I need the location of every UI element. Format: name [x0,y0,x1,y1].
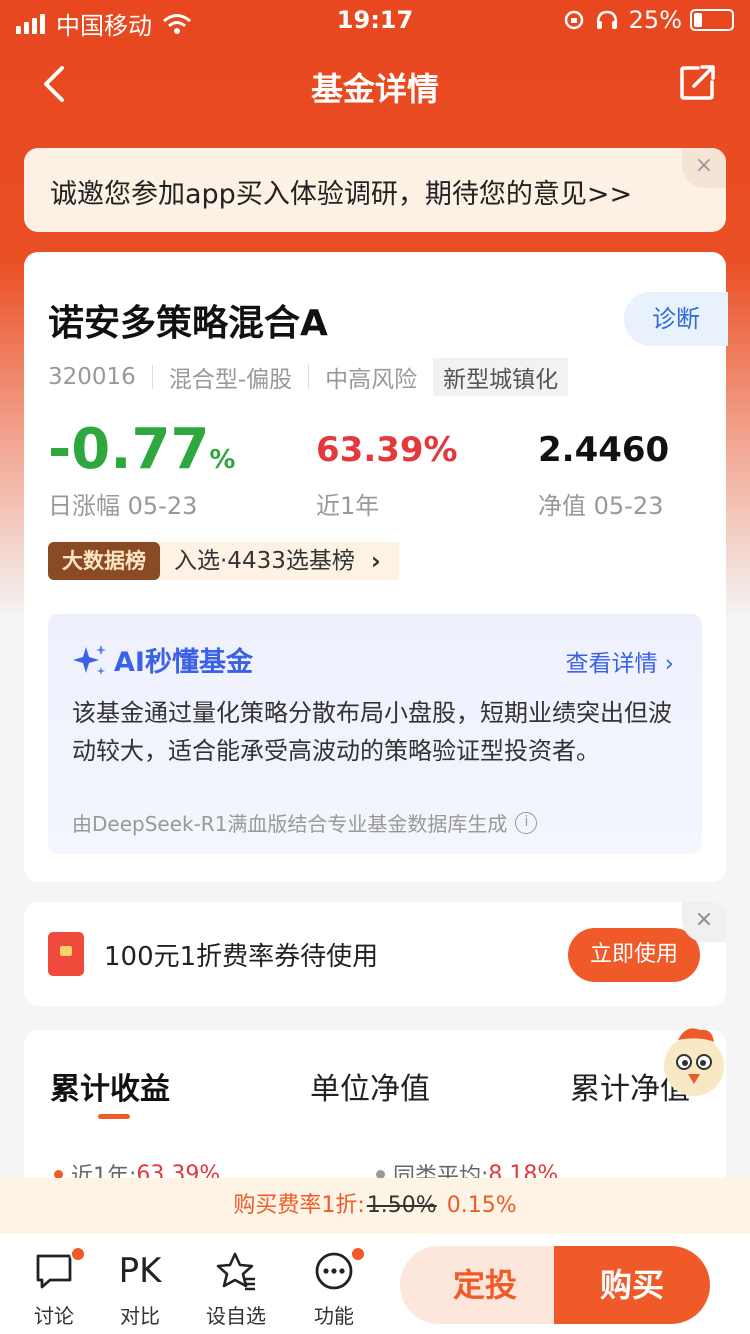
red-envelope-icon [48,932,84,976]
fee-rate-bar: 购买费率1折:1.50% 0.15% [0,1178,750,1234]
fund-risk: 中高风险 [325,367,418,393]
notification-dot [70,1246,86,1262]
fee-label: 购买费率1折: [233,1193,365,1218]
tab-unit-nav[interactable]: 单位净值 [310,1064,430,1108]
battery-icon [690,9,734,31]
fund-type: 混合型-偏股 [168,367,293,393]
ranking-label: 入选·4433选基榜 [174,548,355,574]
coupon-text: 100元1折费率券待使用 [104,942,379,972]
share-icon[interactable] [678,62,718,102]
survey-banner[interactable]: 诚邀您参加app买入体验调研，期待您的意见>> × [24,148,726,232]
compare-button[interactable]: PK 对比 [100,1248,180,1329]
pk-icon: PK [118,1251,162,1291]
compare-label: 对比 [120,1304,160,1328]
tab-cumulative-return[interactable]: 累计收益 [50,1064,170,1108]
coupon-card: 100元1折费率券待使用 立即使用 × [24,902,726,1006]
fund-name: 诺安多策略混合A [48,303,328,344]
add-watchlist-button[interactable]: 设自选 [196,1248,276,1329]
fund-meta: 320016 混合型-偏股 中高风险 新型城镇化 [48,358,569,396]
year-return-label: 近1年 [316,492,380,520]
mascot-icon[interactable] [656,1022,732,1098]
ai-footnote: 由DeepSeek-R1满血版结合专业基金数据库生成 i [72,808,538,837]
close-icon[interactable]: × [682,902,726,942]
close-icon[interactable]: × [682,148,726,188]
divider [151,365,153,389]
ai-view-details-link[interactable]: 查看详情 › [565,644,674,678]
sparkle-icon [73,644,106,675]
functions-button[interactable]: 功能 [294,1246,374,1329]
active-tab-indicator [98,1114,130,1119]
functions-label: 功能 [314,1304,354,1328]
daily-change-unit: % [209,445,236,475]
fee-original: 1.50% [366,1193,437,1218]
nav-value: 2.4460 [538,430,670,470]
big-data-rank-badge: 大数据榜 [48,542,160,580]
rotation-lock-icon [564,10,583,30]
more-icon [315,1252,353,1290]
fee-discounted: 0.15% [446,1193,517,1218]
survey-text[interactable]: 诚邀您参加app买入体验调研，期待您的意见>> [50,172,632,211]
notification-dot [350,1246,366,1262]
watchlist-label: 设自选 [206,1304,266,1328]
chat-bubble-icon [36,1254,72,1289]
nav-bar: 基金详情 [0,48,750,120]
status-right: 25% [563,6,734,34]
ai-summary-text: 该基金通过量化策略分散布局小盘股，短期业绩突出但波动较大，适合能承受高波动的策略… [72,699,672,765]
status-bar: 中国移动 19:17 25% [0,0,750,40]
battery-percent: 25% [628,6,682,34]
fund-code: 320016 [48,364,136,390]
fund-summary-card: 诺安多策略混合A 诊断 320016 混合型-偏股 中高风险 新型城镇化 -0.… [24,252,728,882]
discuss-button[interactable]: 讨论 [14,1246,94,1329]
use-now-button[interactable]: 立即使用 [568,928,700,982]
daily-change-value: -0.77 [48,417,210,482]
discuss-label: 讨论 [34,1304,74,1328]
bottom-action-bar: 讨论 PK 对比 设自选 功能 定投 购买 [0,1234,750,1334]
divider [308,365,310,389]
nav-stat: 2.4460 净值 05-23 [538,420,669,521]
buy-button[interactable]: 购买 [554,1246,710,1324]
diagnose-button[interactable]: 诊断 [624,292,728,346]
chevron-right-icon: › [370,547,381,575]
ranking-row[interactable]: 大数据榜 入选·4433选基榜 › [48,542,399,580]
ai-footnote-text: 由DeepSeek-R1满血版结合专业基金数据库生成 [72,812,508,836]
ai-title-text: AI秒懂基金 [114,647,253,678]
theme-tag[interactable]: 新型城镇化 [433,358,569,396]
daily-change-label: 日涨幅 05-23 [48,492,198,520]
year-return-stat: 63.39% 近1年 [316,420,458,521]
ai-title: AI秒懂基金 [72,640,253,679]
star-icon [216,1252,255,1291]
daily-change-stat: -0.77% 日涨幅 05-23 [48,420,235,521]
info-icon[interactable]: i [515,811,538,834]
year-return-value: 63.39% [316,430,458,470]
page-title: 基金详情 [310,70,439,108]
ai-summary-box: AI秒懂基金 查看详情 › 该基金通过量化策略分散布局小盘股，短期业绩突出但波动… [48,614,702,854]
nav-label: 净值 05-23 [538,492,664,520]
headphones-icon [596,10,617,29]
auto-invest-button[interactable]: 定投 [400,1246,570,1324]
ranking-text[interactable]: 入选·4433选基榜 › [160,542,399,580]
